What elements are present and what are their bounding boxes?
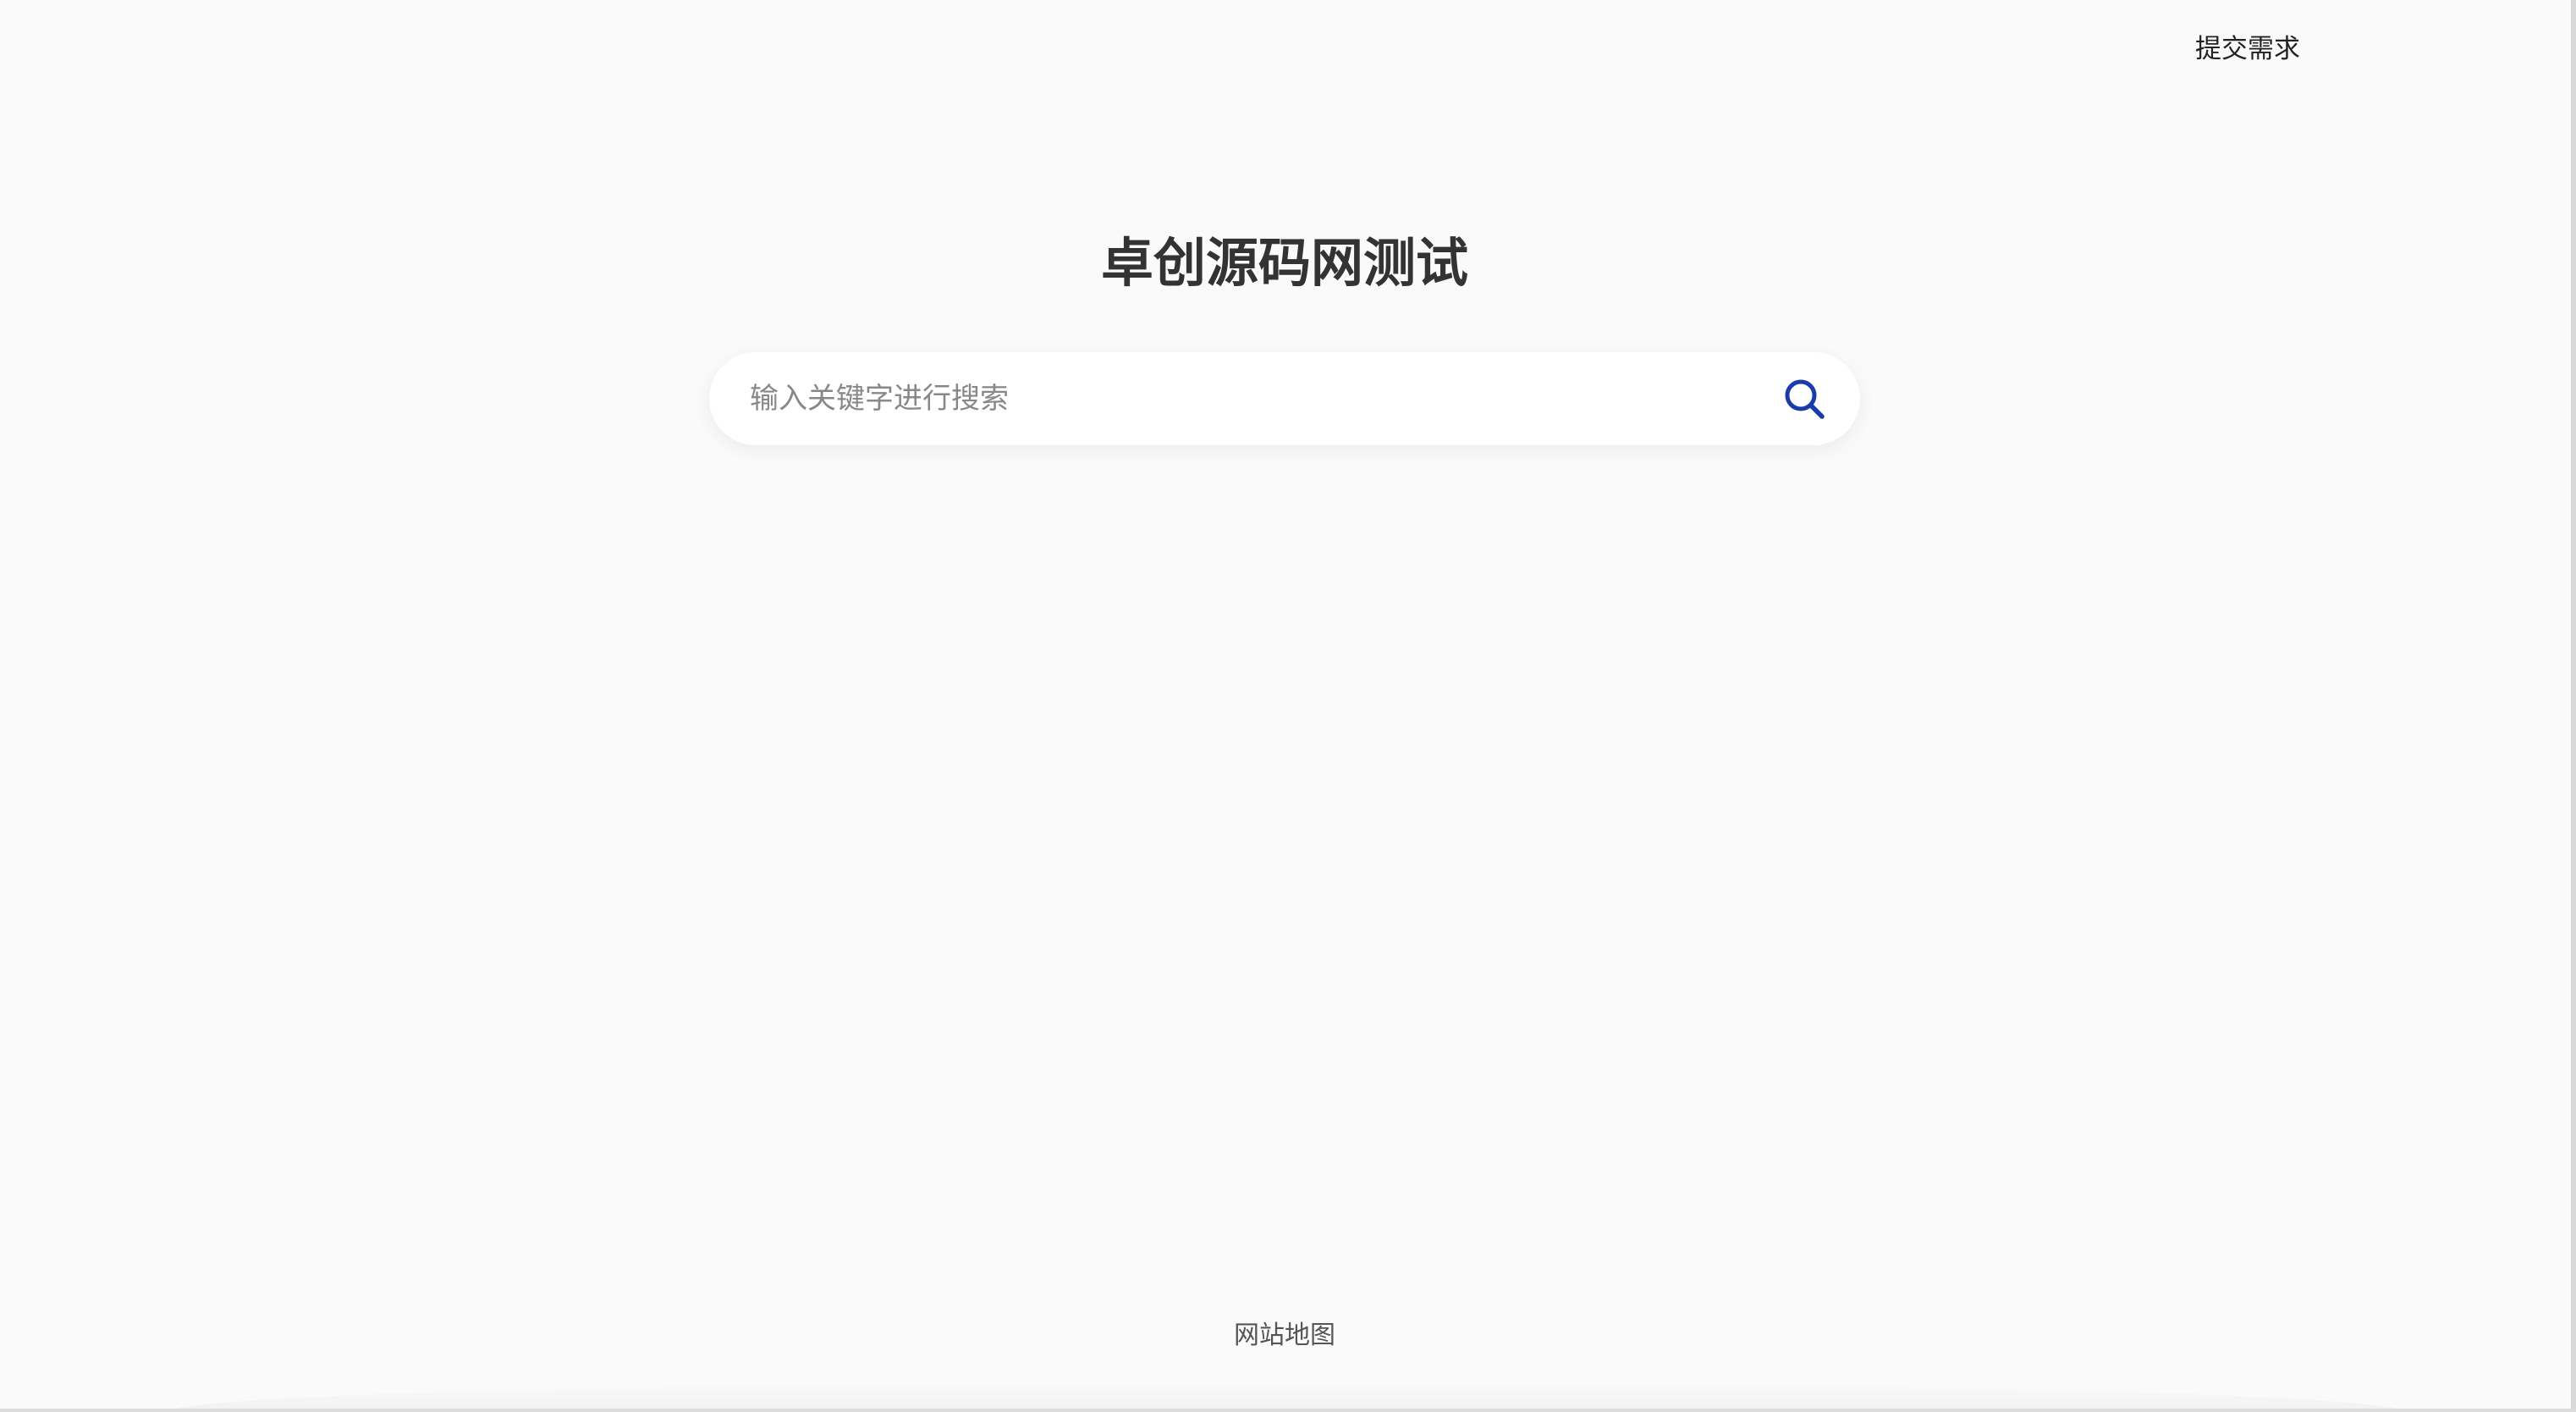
submit-request-link[interactable]: 提交需求	[2195, 30, 2300, 68]
sitemap-link[interactable]: 网站地图	[0, 1317, 2569, 1354]
bottom-shadow	[169, 1382, 2403, 1412]
site-title: 卓创源码网测试	[1100, 232, 1468, 294]
search-input[interactable]	[750, 352, 1748, 445]
window-right-edge	[2571, 0, 2576, 1412]
search-button[interactable]	[1779, 373, 1830, 424]
search-box	[709, 352, 1860, 445]
search-icon	[1785, 379, 1825, 419]
page: 提交需求 卓创源码网测试 网站地图	[0, 0, 2576, 1412]
window-bottom-edge	[0, 1409, 2576, 1412]
